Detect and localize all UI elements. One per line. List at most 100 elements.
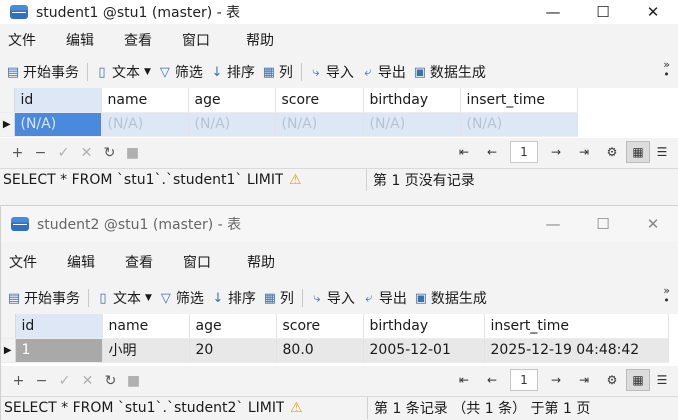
last-page-icon[interactable]: ⇥ <box>570 145 598 159</box>
column-header-age[interactable]: age <box>188 88 276 113</box>
maximize-button[interactable]: ☐ <box>578 206 628 242</box>
settings-gear-icon[interactable]: ⚙ <box>598 373 626 387</box>
next-page-icon[interactable]: → <box>542 373 570 387</box>
column-header-age[interactable]: age <box>189 314 277 339</box>
apply-changes-icon[interactable]: ✓ <box>52 145 75 161</box>
column-header-score[interactable]: score <box>275 88 364 113</box>
menu-window[interactable]: 窗口 <box>175 252 211 272</box>
menu-view[interactable]: 查看 <box>116 30 152 50</box>
stop-icon[interactable]: ■ <box>122 373 145 389</box>
column-header-name[interactable]: name <box>101 88 189 113</box>
title-bar[interactable]: student1 @stu1 (master) - 表 — ☐ ✕ <box>0 0 678 24</box>
cell-age[interactable]: (N/A) <box>188 112 276 137</box>
minimize-button[interactable]: — <box>528 206 578 242</box>
menu-view[interactable]: 查看 <box>117 252 153 272</box>
form-view-icon[interactable]: ☰ <box>650 141 674 163</box>
previous-page-icon[interactable]: ← <box>478 373 506 387</box>
add-record-icon[interactable]: + <box>6 145 29 161</box>
table-window-student2: student2 @stu1 (master) - 表 — ☐ ✕ 文件 编辑 … <box>0 205 678 420</box>
menu-file[interactable]: 文件 <box>0 30 36 50</box>
filter-button[interactable]: ▽ 筛选 <box>158 288 204 308</box>
cell-birthday[interactable]: (N/A) <box>363 112 461 137</box>
refresh-icon[interactable]: ↻ <box>98 145 121 161</box>
data-generation-icon: ▣ <box>413 64 427 80</box>
maximize-button[interactable]: ☐ <box>578 0 628 24</box>
stop-icon[interactable]: ■ <box>121 145 144 161</box>
cell-age[interactable]: 20 <box>189 338 277 363</box>
begin-transaction-button[interactable]: ▤ 开始事务 <box>6 288 80 308</box>
cell-insert-time[interactable]: 2025-12-19 04:48:42 <box>484 338 669 363</box>
title-bar[interactable]: student2 @stu1 (master) - 表 — ☐ ✕ <box>1 206 678 242</box>
sort-button[interactable]: ↓ 排序 <box>209 62 254 82</box>
column-header-id[interactable]: id <box>14 88 102 113</box>
discard-changes-icon[interactable]: ✕ <box>76 373 99 389</box>
text-view-button[interactable]: ▯ 文本 ▼ <box>95 288 152 308</box>
text-view-button[interactable]: ▯ 文本 ▼ <box>94 62 151 82</box>
toolbar-overflow-icon[interactable]: » • <box>663 285 670 306</box>
menu-help[interactable]: 帮助 <box>238 30 274 50</box>
columns-button[interactable]: ▦ 列 <box>261 62 293 82</box>
cell-id[interactable]: 1 <box>15 338 103 363</box>
menu-window[interactable]: 窗口 <box>174 30 210 50</box>
import-button[interactable]: ⤷ 导入 <box>309 288 355 308</box>
sql-query-text[interactable]: SELECT * FROM `stu1`.`student1` LIMIT <box>0 172 283 188</box>
table-row[interactable]: ▶ 1 小明 20 80.0 2005-12-01 2025-12-19 04:… <box>1 338 669 363</box>
warning-icon[interactable]: ⚠ <box>283 168 367 191</box>
import-button[interactable]: ⤷ 导入 <box>308 62 354 82</box>
column-header-id[interactable]: id <box>15 314 103 339</box>
page-number-input[interactable]: 1 <box>510 369 538 391</box>
cell-id[interactable]: (N/A) <box>14 112 102 137</box>
data-generation-button[interactable]: ▣ 数据生成 <box>413 288 487 308</box>
settings-gear-icon[interactable]: ⚙ <box>598 145 626 159</box>
discard-changes-icon[interactable]: ✕ <box>75 145 98 161</box>
add-record-icon[interactable]: + <box>7 373 30 389</box>
cell-name[interactable]: 小明 <box>102 338 190 363</box>
delete-record-icon[interactable]: − <box>29 145 52 161</box>
export-button[interactable]: ⤶ 导出 <box>360 62 406 82</box>
column-header-name[interactable]: name <box>102 314 190 339</box>
table-row[interactable]: ▶ (N/A) (N/A) (N/A) (N/A) (N/A) (N/A) <box>0 112 578 137</box>
sql-query-text[interactable]: SELECT * FROM `stu1`.`student2` LIMIT <box>1 400 284 416</box>
export-button[interactable]: ⤶ 导出 <box>361 288 407 308</box>
menu-help[interactable]: 帮助 <box>239 252 275 272</box>
cell-insert-time[interactable]: (N/A) <box>460 112 578 137</box>
column-header-birthday[interactable]: birthday <box>363 314 485 339</box>
page-number-input[interactable]: 1 <box>510 141 538 163</box>
first-page-icon[interactable]: ⇤ <box>450 373 478 387</box>
document-icon: ▯ <box>99 290 107 306</box>
row-pointer-icon: ▶ <box>0 112 15 137</box>
previous-page-icon[interactable]: ← <box>478 145 506 159</box>
grid-view-icon[interactable]: ▦ <box>626 141 650 163</box>
column-header-score[interactable]: score <box>276 314 364 339</box>
data-grid[interactable]: id name age score birthday insert_time ▶… <box>0 88 678 138</box>
cell-birthday[interactable]: 2005-12-01 <box>363 338 485 363</box>
sort-button[interactable]: ↓ 排序 <box>210 288 255 308</box>
close-button[interactable]: ✕ <box>628 0 678 24</box>
minimize-button[interactable]: — <box>528 0 578 24</box>
form-view-icon[interactable]: ☰ <box>650 369 674 391</box>
menu-edit[interactable]: 编辑 <box>59 252 95 272</box>
apply-changes-icon[interactable]: ✓ <box>53 373 76 389</box>
toolbar-overflow-icon[interactable]: » • <box>663 59 670 80</box>
first-page-icon[interactable]: ⇤ <box>450 145 478 159</box>
columns-button[interactable]: ▦ 列 <box>262 288 294 308</box>
grid-view-icon[interactable]: ▦ <box>626 369 650 391</box>
delete-record-icon[interactable]: − <box>30 373 53 389</box>
data-generation-button[interactable]: ▣ 数据生成 <box>412 62 486 82</box>
warning-icon[interactable]: ⚠ <box>284 396 368 419</box>
column-header-insert-time[interactable]: insert_time <box>484 314 669 339</box>
next-page-icon[interactable]: → <box>542 145 570 159</box>
last-page-icon[interactable]: ⇥ <box>570 373 598 387</box>
cell-score[interactable]: 80.0 <box>276 338 364 363</box>
menu-edit[interactable]: 编辑 <box>58 30 94 50</box>
menu-file[interactable]: 文件 <box>1 252 37 272</box>
data-grid[interactable]: id name age score birthday insert_time ▶… <box>1 314 678 366</box>
filter-button[interactable]: ▽ 筛选 <box>157 62 203 82</box>
cell-score[interactable]: (N/A) <box>275 112 364 137</box>
close-button[interactable]: ✕ <box>628 206 678 242</box>
begin-transaction-button[interactable]: ▤ 开始事务 <box>5 62 79 82</box>
column-header-insert-time[interactable]: insert_time <box>460 88 578 113</box>
column-header-birthday[interactable]: birthday <box>363 88 461 113</box>
cell-name[interactable]: (N/A) <box>101 112 189 137</box>
refresh-icon[interactable]: ↻ <box>99 373 122 389</box>
